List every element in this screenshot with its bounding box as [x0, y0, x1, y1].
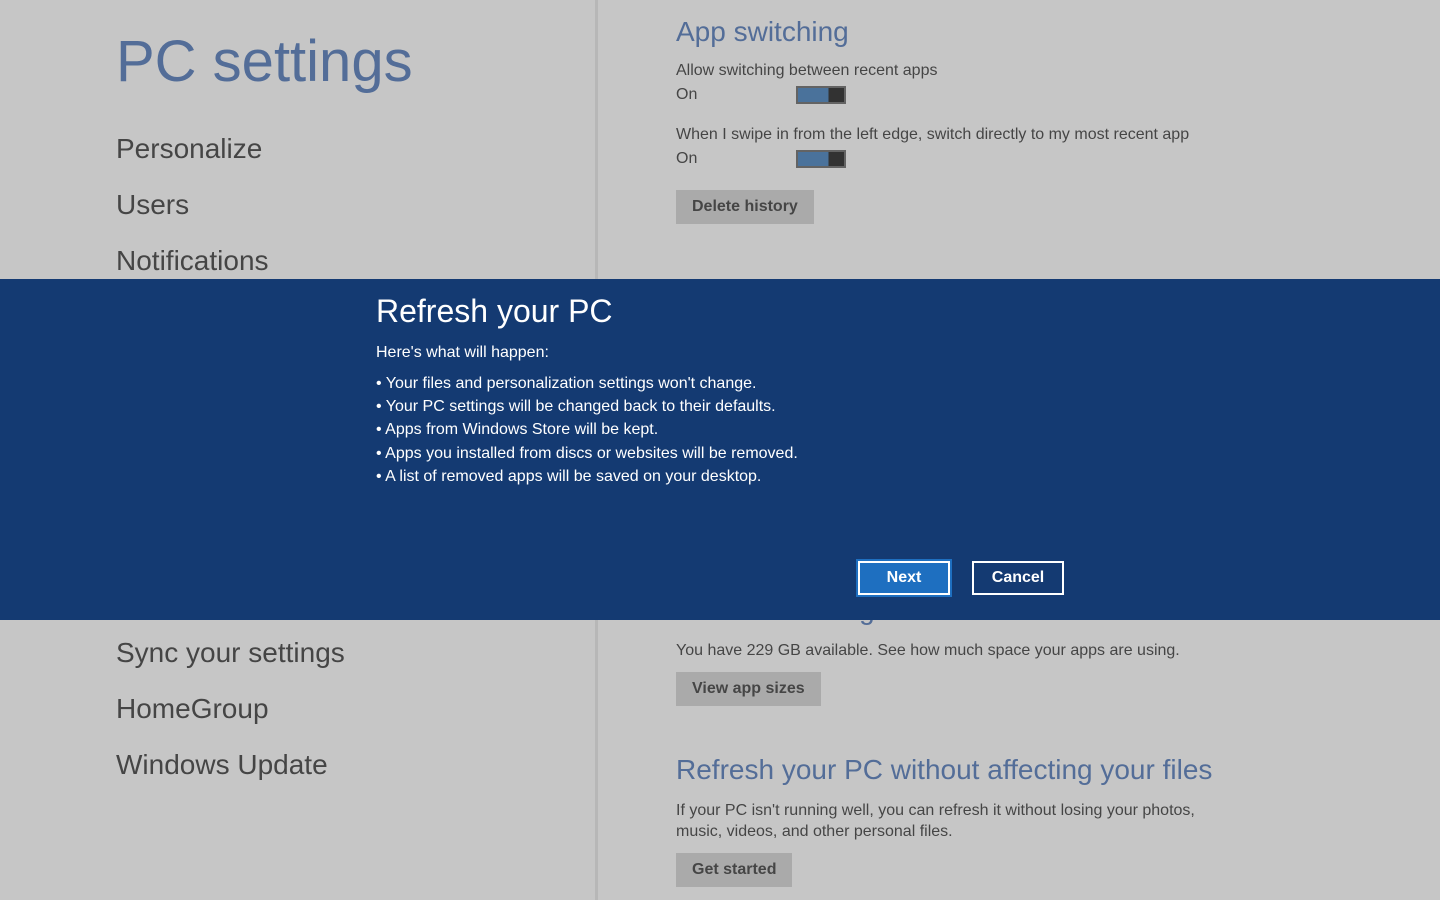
dialog-title: Refresh your PC [376, 293, 1056, 330]
dialog-bullet: Your PC settings will be changed back to… [376, 395, 1056, 418]
dialog-bullet: Apps from Windows Store will be kept. [376, 418, 1056, 441]
dialog-bullet: Apps you installed from discs or website… [376, 442, 1056, 465]
dialog-body: Refresh your PC Here's what will happen:… [376, 293, 1056, 488]
cancel-button[interactable]: Cancel [972, 561, 1064, 595]
pc-settings-screen: PC settings Personalize Users Notificati… [0, 0, 1440, 900]
dialog-subtitle: Here's what will happen: [376, 344, 1056, 362]
refresh-pc-dialog: Refresh your PC Here's what will happen:… [0, 279, 1440, 620]
modal-dim-top [0, 0, 1440, 279]
dialog-bullet-list: Your files and personalization settings … [376, 372, 1056, 488]
dialog-bullet: A list of removed apps will be saved on … [376, 465, 1056, 488]
modal-dim-bottom [0, 620, 1440, 900]
dialog-bullet: Your files and personalization settings … [376, 372, 1056, 395]
next-button[interactable]: Next [858, 561, 950, 595]
dialog-button-row: Next Cancel [858, 561, 1064, 595]
